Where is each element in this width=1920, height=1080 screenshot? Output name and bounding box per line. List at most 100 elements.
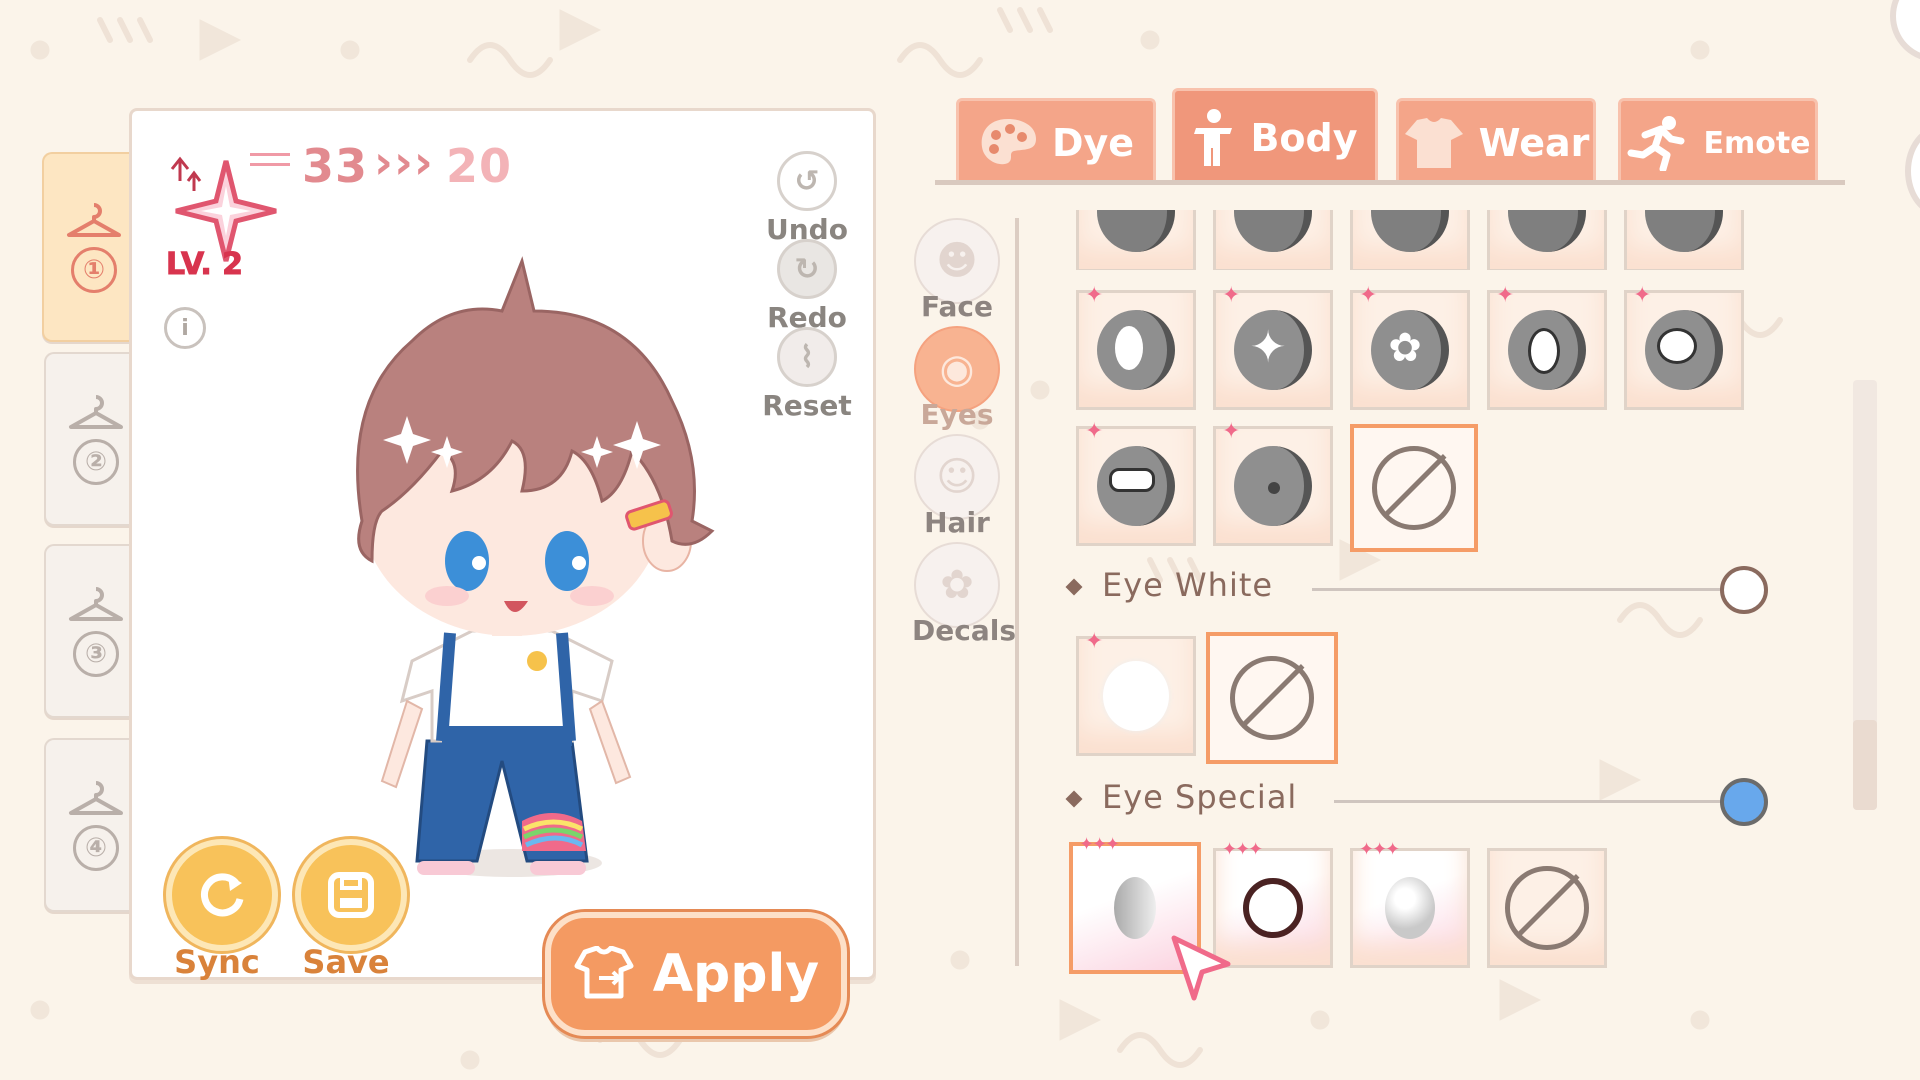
eye-option[interactable]: ✦ [1076,419,1196,546]
eye-option-none[interactable] [1350,424,1478,552]
eye-shape-icon [1645,310,1723,390]
sparkle-icon: ✦ [1359,283,1378,308]
undo-button[interactable]: ↺ Undo [757,151,857,246]
scrollbar-thumb[interactable] [1853,720,1877,810]
eye-white-label: Eye White [1102,566,1274,604]
sync-label: Sync [174,943,260,981]
eye-option[interactable]: ✦ [1487,283,1607,410]
eye-special-swatch [1243,878,1303,938]
eye-option[interactable] [1076,210,1196,270]
level-divider [250,153,290,156]
apply-button[interactable]: Apply [545,912,847,1036]
redo-button[interactable]: ↻ Redo [757,239,857,334]
none-icon [1505,866,1589,950]
tab-wear[interactable]: Wear [1396,98,1596,185]
eye-white-swatch [1103,661,1169,731]
eye-option[interactable]: ✦ [1624,283,1744,410]
eye-shape-icon [1097,210,1175,252]
eye-option[interactable] [1487,210,1607,270]
save-button[interactable] [295,839,407,951]
eye-option[interactable] [1350,210,1470,270]
level-divider [250,163,290,166]
tab-body[interactable]: Body [1172,88,1378,185]
tab-emote[interactable]: Emote [1618,98,1818,185]
sparkle-icon: ✦✦✦ [1079,834,1120,855]
sparkle-icon: ✦✦✦ [1359,839,1400,860]
save-label: Save [302,943,390,981]
category-hair-label: Hair [924,506,990,539]
section-eye-special: Eye Special [1065,778,1297,816]
eye-special-slider-knob[interactable] [1720,778,1768,826]
running-icon [1627,116,1685,171]
eye-option[interactable] [1624,210,1744,270]
sparkle-icon: ✦ [1496,283,1515,308]
corner-ring-top[interactable] [1890,0,1920,62]
eye-white-option-none[interactable] [1206,632,1338,764]
eye-special-slider-track[interactable] [1334,800,1752,803]
sparkle-icon: ✦ [1222,419,1241,444]
sparkle-icon: ✦ [1222,283,1241,308]
redo-icon: ↻ [777,239,837,299]
corner-ring-mid[interactable] [1905,125,1920,217]
eye-special-option[interactable]: ✦✦✦ [1350,839,1470,968]
tab-dye[interactable]: Dye [956,98,1156,185]
eye-option[interactable]: ✦ [1076,283,1196,410]
eye-white-slider-knob[interactable] [1720,566,1768,614]
eye-shape-icon [1234,446,1312,526]
count-arrows: ››› [374,135,434,189]
character-preview-panel: LV. 2 33 ››› 20 i ↺ Undo ↻ Redo ⌇ Reset [129,108,876,981]
eye-shape-icon [1645,210,1723,252]
reset-button[interactable]: ⌇ Reset [757,327,857,422]
refresh-icon [201,873,244,917]
hanger-icon [69,587,123,621]
eye-special-option-none[interactable] [1487,848,1607,968]
eye-shape-icon [1097,446,1175,526]
sparkle-icon: ✦ [1085,419,1104,444]
eye-option[interactable]: ✦ [1213,419,1333,546]
eye-shape-icon: ✿ [1371,310,1449,390]
reset-label: Reset [762,389,852,422]
eye-grid-clip [1070,210,1770,270]
eye-special-swatch [1385,877,1435,939]
eye-shape-icon [1508,210,1586,252]
diamond-bullet [1065,790,1083,808]
sync-button[interactable] [166,839,278,951]
category-hair[interactable]: ☺ Hair [912,434,1002,539]
diamond-bullet [1065,578,1083,596]
eye-white-slider-track[interactable] [1312,588,1752,591]
category-decals[interactable]: ✿ Decals [912,542,1016,647]
category-face[interactable]: ☻ Face [912,218,1002,323]
section-eye-white: Eye White [1065,566,1274,604]
apply-label: Apply [652,944,820,1004]
eye-shape-icon [1234,210,1312,252]
slot-number: ④ [73,825,119,871]
eye-shape-icon [1508,310,1586,390]
eye-white-option[interactable]: ✦ [1076,629,1196,756]
eye-shape-icon [1371,210,1449,252]
category-divider [1015,218,1019,966]
shirt-swap-icon [574,946,634,999]
undo-icon: ↺ [777,151,837,211]
sparkle-icon: ✦ [1633,283,1652,308]
eye-option[interactable]: ✦ ✦ [1213,283,1333,410]
hanger-icon [69,395,123,429]
pointer-cursor-icon [1171,935,1231,1001]
eye-shape-icon: ✦ [1234,310,1312,390]
info-button[interactable]: i [164,307,206,349]
eye-option[interactable] [1213,210,1333,270]
eye-shape-icon [1097,310,1175,390]
eye-special-swatch [1114,877,1156,939]
category-eyes[interactable]: ◉ Eyes [912,326,1002,431]
character-avatar [356,256,715,877]
category-eyes-label: Eyes [920,398,994,431]
eye-option[interactable]: ✦ ✿ [1350,283,1470,410]
tab-body-label: Body [1250,116,1358,160]
floppy-icon [328,872,374,918]
person-icon [1194,109,1233,166]
hanger-icon [67,203,121,237]
sparkle-icon: ✦ [1085,629,1104,654]
broom-icon: ⌇ [777,327,837,387]
slot-number: ② [73,439,119,485]
category-face-label: Face [921,290,993,323]
shirt-icon [1404,118,1463,168]
